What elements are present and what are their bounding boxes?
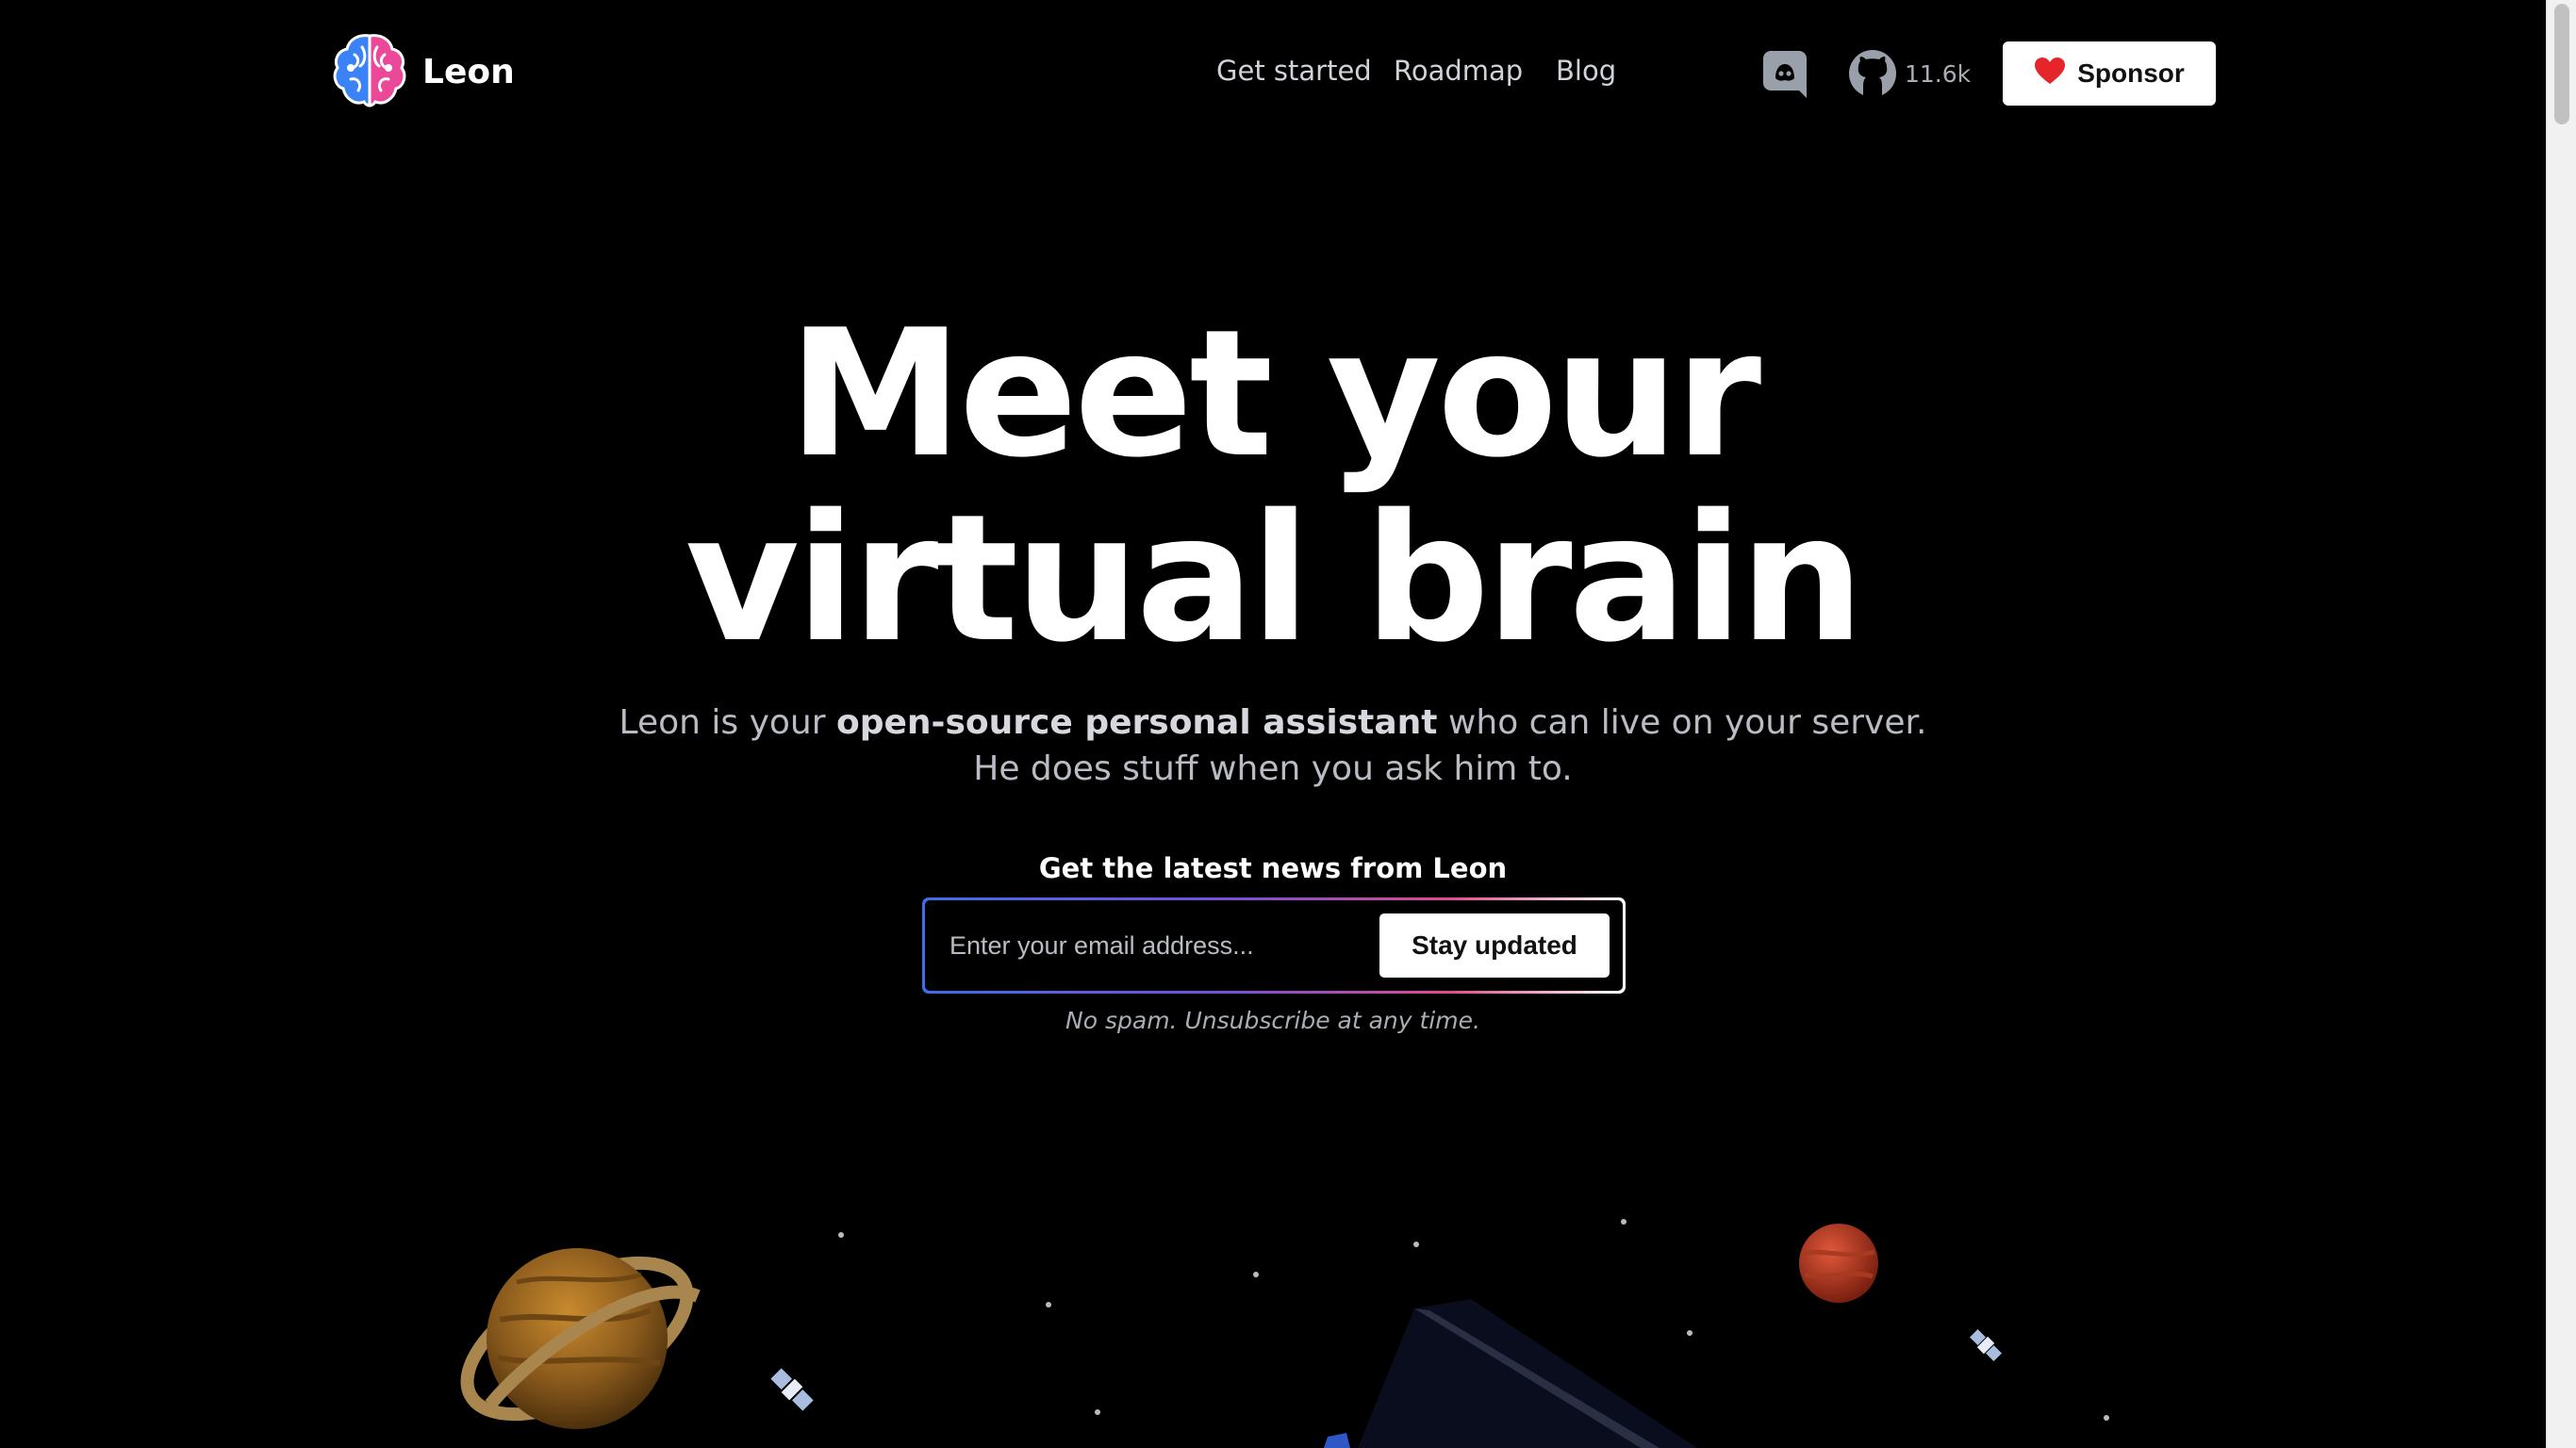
satellite-icon-small (1970, 1329, 2002, 1361)
email-input[interactable] (948, 917, 1344, 974)
scrollbar-thumb[interactable] (2554, 4, 2569, 124)
subtitle-text-end: who can live on your server. (1437, 703, 1927, 742)
hero-title-line-1: Meet your (787, 291, 1761, 496)
sponsor-label: Sponsor (2077, 58, 2185, 88)
newsletter-label: Get the latest news from Leon (1038, 852, 1508, 884)
hero-title-line-2: virtual brain (685, 476, 1865, 681)
page-scrollbar[interactable] (2546, 0, 2576, 1448)
newsletter-note: No spam. Unsubscribe at any time. (1065, 1007, 1480, 1034)
mars-planet (1799, 1224, 1878, 1303)
nav-link-roadmap[interactable]: Roadmap (1394, 55, 1523, 87)
space-illustration (460, 1219, 2109, 1448)
heart-icon (2034, 57, 2066, 91)
rocket-wing (1324, 1299, 1697, 1448)
subtitle-line-2: He does stuff when you ask him to. (973, 749, 1573, 788)
subtitle-text: Leon is your (619, 703, 836, 742)
github-star-count: 11.6k (1905, 60, 1972, 88)
newsletter-form: Stay updated (922, 897, 1626, 994)
hero-subtitle: Leon is your open-source personal assist… (0, 699, 2546, 792)
github-icon[interactable] (1848, 49, 1897, 102)
brand-logo-link[interactable]: Leon (330, 30, 515, 113)
brain-icon (330, 30, 409, 113)
nav-link-blog[interactable]: Blog (1556, 55, 1616, 87)
nav-link-get-started[interactable]: Get started (1216, 55, 1372, 87)
page: Leon Get started Roadmap Blog 11.6k Spon… (0, 0, 2576, 1448)
stay-updated-button[interactable]: Stay updated (1379, 913, 1610, 978)
discord-icon[interactable] (1761, 49, 1810, 102)
subtitle-emphasis: open-source personal assistant (836, 703, 1438, 742)
brand-name: Leon (422, 52, 515, 91)
satellite-icon (770, 1368, 814, 1411)
hero-title: Meet your virtual brain (0, 302, 2546, 671)
newsletter-form-inner: Stay updated (925, 900, 1623, 991)
sponsor-button[interactable]: Sponsor (2003, 41, 2216, 106)
saturn-planet (460, 1248, 701, 1429)
